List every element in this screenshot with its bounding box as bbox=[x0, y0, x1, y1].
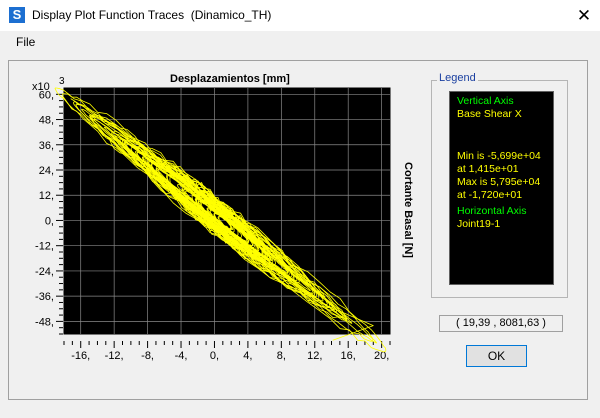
y-tick-label: 36, bbox=[39, 140, 54, 152]
y-tick-label: 24, bbox=[39, 165, 54, 177]
y-tick-label: 12, bbox=[39, 190, 54, 202]
x-tick-label: -4, bbox=[175, 350, 188, 362]
plot-function-window: S Display Plot Function Traces (Dinamico… bbox=[0, 0, 600, 418]
y-tick-label: -36, bbox=[35, 291, 54, 303]
y-tick-label: -48, bbox=[35, 316, 54, 328]
legend-min-line: Min is -5,699e+04 bbox=[457, 150, 541, 162]
chart-title: Desplazamientos [mm] bbox=[170, 73, 290, 85]
x-tick-label: -16, bbox=[71, 350, 90, 362]
legend-horizontal-axis-heading: Horizontal Axis bbox=[457, 205, 527, 217]
x-tick-label: -8, bbox=[141, 350, 154, 362]
x-tick-label: 12, bbox=[307, 350, 322, 362]
y-tick-label: 0, bbox=[45, 215, 54, 227]
legend-box bbox=[449, 91, 554, 285]
x-tick-label: -12, bbox=[105, 350, 124, 362]
legend-max-at: at -1,720e+01 bbox=[457, 189, 523, 201]
y-axis-label: Cortante Basal [N] bbox=[402, 162, 414, 258]
legend-vertical-axis-heading: Vertical Axis bbox=[457, 95, 514, 107]
y-multiplier-label: x10 bbox=[32, 81, 50, 93]
y-multiplier-exponent: 3 bbox=[59, 76, 65, 87]
legend-horizontal-axis-value: Joint19-1 bbox=[457, 218, 501, 230]
x-tick-label: 16, bbox=[341, 350, 356, 362]
legend-vertical-axis-value: Base Shear X bbox=[457, 108, 522, 120]
x-tick-label: 20, bbox=[374, 350, 389, 362]
x-tick-label: 4, bbox=[243, 350, 252, 362]
y-tick-label: -24, bbox=[35, 266, 54, 278]
x-tick-label: 8, bbox=[277, 350, 286, 362]
legend-max-line: Max is 5,795e+04 bbox=[457, 176, 541, 188]
legend-min-at: at 1,415e+01 bbox=[457, 163, 519, 175]
cursor-coordinate-readout: ( 19,39 , 8081,63 ) bbox=[439, 315, 563, 332]
x-tick-label: 0, bbox=[210, 350, 219, 362]
ok-button[interactable]: OK bbox=[466, 345, 527, 367]
y-tick-label: 48, bbox=[39, 115, 54, 127]
y-tick-label: -12, bbox=[35, 241, 54, 253]
legend-label: Legend bbox=[437, 72, 478, 84]
